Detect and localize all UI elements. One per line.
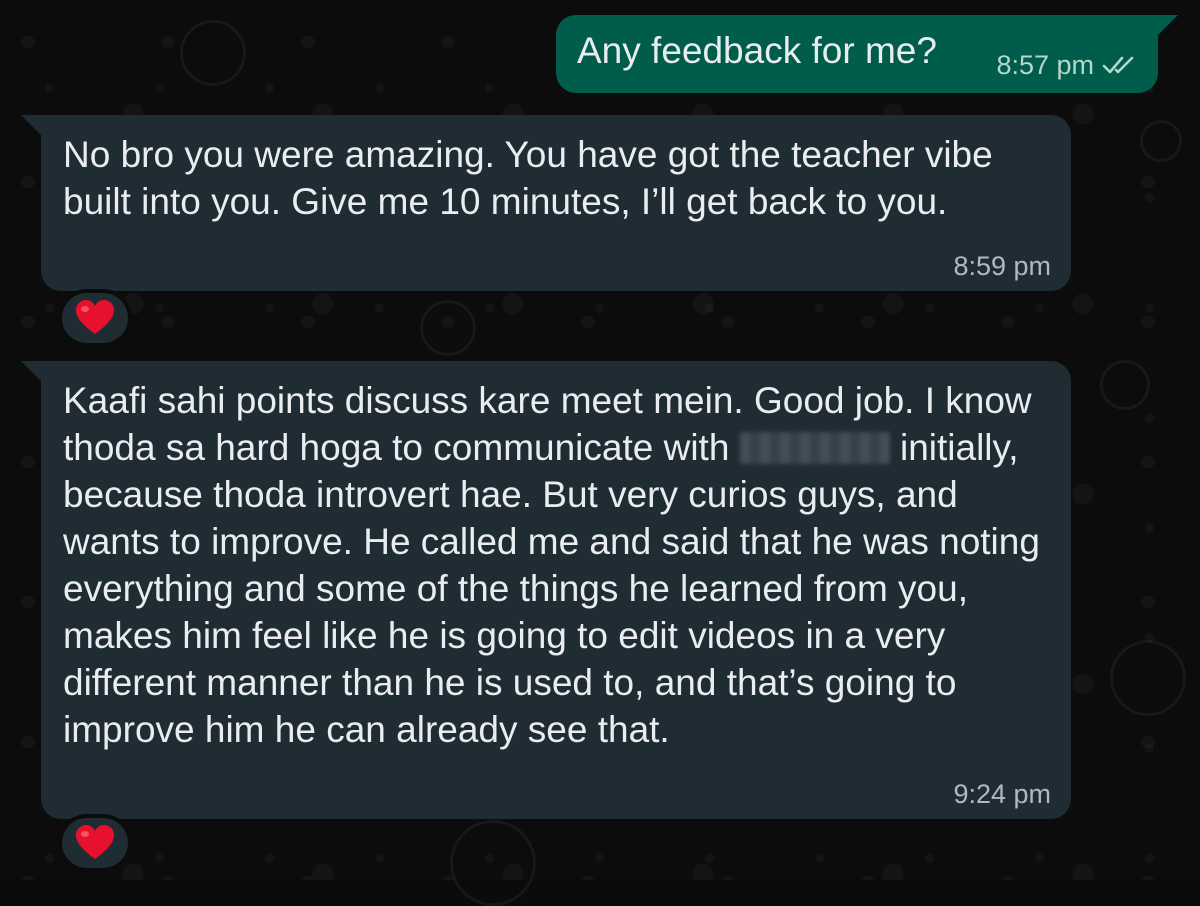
message-text: Any feedback for me? xyxy=(577,30,937,71)
message-text: Kaafi sahi points discuss kare meet mein… xyxy=(63,377,1043,753)
heart-reaction[interactable] xyxy=(58,814,132,872)
wallpaper-doodle xyxy=(450,820,536,906)
incoming-message-bubble[interactable]: No bro you were amazing. You have got th… xyxy=(21,115,1071,291)
wallpaper-doodle xyxy=(1110,640,1186,716)
wallpaper-doodle xyxy=(1100,360,1150,410)
double-check-icon xyxy=(1102,56,1134,74)
message-meta: 8:59 pm xyxy=(953,251,1051,281)
incoming-message-bubble[interactable]: Kaafi sahi points discuss kare meet mein… xyxy=(21,361,1071,819)
message-meta: 8:57 pm xyxy=(996,50,1140,80)
message-time: 9:24 pm xyxy=(953,779,1051,809)
message-meta: 9:24 pm xyxy=(953,779,1051,809)
heart-reaction[interactable] xyxy=(58,289,132,347)
message-text-part: initially, because thoda introvert hae. … xyxy=(63,427,1051,750)
message-time: 8:59 pm xyxy=(953,251,1051,281)
wallpaper-doodle xyxy=(420,300,476,356)
heart-icon xyxy=(76,825,114,859)
message-text: No bro you were amazing. You have got th… xyxy=(63,134,1003,222)
wallpaper-doodle xyxy=(1140,120,1182,162)
wallpaper-doodle xyxy=(180,20,246,86)
outgoing-message-bubble[interactable]: Any feedback for me? 8:57 pm xyxy=(556,15,1178,93)
bubble-tail xyxy=(1156,15,1178,37)
redacted-name xyxy=(739,432,890,464)
heart-icon xyxy=(76,300,114,334)
message-time: 8:57 pm xyxy=(996,50,1094,80)
bubble-tail xyxy=(21,361,43,383)
bubble-tail xyxy=(21,115,43,137)
